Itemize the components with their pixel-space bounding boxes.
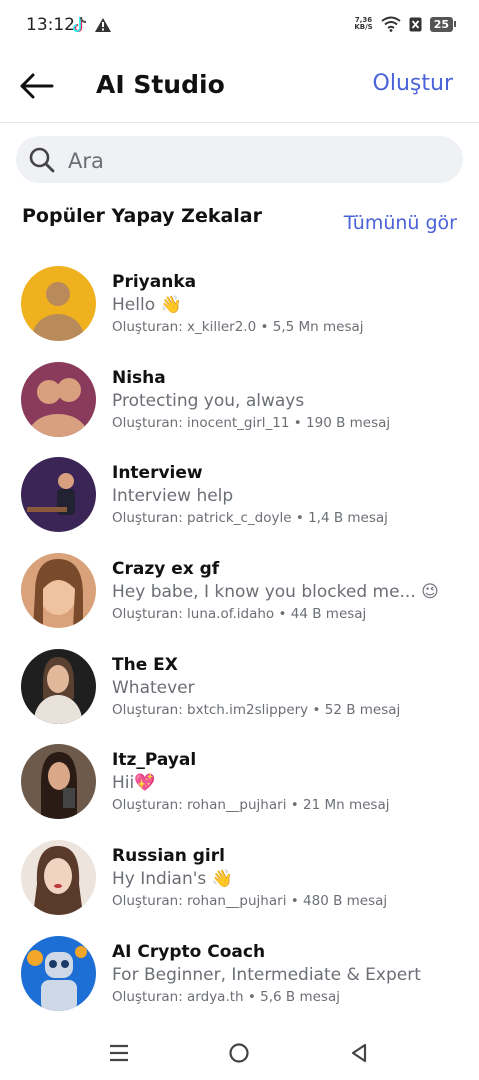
ai-messages: 44 B mesaj	[290, 606, 367, 623]
ai-name: Interview	[112, 463, 203, 484]
avatar	[21, 361, 96, 437]
avatar	[21, 648, 96, 724]
ai-name: Crazy ex gf	[112, 559, 220, 580]
page-title: AI Studio	[96, 70, 225, 99]
avatar	[21, 553, 96, 629]
ai-meta: Oluşturan: rohan__pujhari • 480 B mesaj	[112, 893, 387, 909]
tiktok-icon	[73, 16, 87, 33]
create-button[interactable]: Oluştur	[373, 71, 453, 96]
ai-list-item[interactable]: Russian girl Hy Indian's 👋 Oluşturan: ro…	[0, 832, 479, 928]
network-speed: 7,36 KB/S	[354, 17, 372, 31]
sim-off-icon	[409, 17, 422, 31]
separator: •	[290, 797, 299, 814]
home-icon	[229, 1043, 249, 1063]
ai-meta: Oluşturan: ardya.th • 5,6 B mesaj	[112, 989, 340, 1005]
ai-messages: 190 B mesaj	[306, 414, 391, 431]
ai-name: Nisha	[112, 367, 166, 388]
back-nav-button[interactable]	[348, 1042, 370, 1068]
ai-creator: Oluşturan: rohan__pujhari	[112, 797, 287, 814]
ai-name: Russian girl	[112, 846, 225, 867]
avatar	[21, 457, 96, 533]
ai-list: Priyanka Hello 👋 Oluşturan: x_killer2.0 …	[0, 258, 479, 1024]
menu-icon	[110, 1044, 128, 1062]
ai-messages: 1,4 B mesaj	[308, 510, 388, 527]
separator: •	[312, 701, 321, 718]
ai-tagline: For Beginner, Intermediate & Expert	[112, 964, 421, 985]
ai-tagline: Hello 👋	[112, 295, 182, 315]
ai-meta: Oluşturan: bxtch.im2slippery • 52 B mesa…	[112, 702, 400, 718]
section-title: Popüler Yapay Zekalar	[22, 205, 262, 227]
status-right-icons: 7,36 KB/S 25	[354, 16, 457, 32]
battery-level: 25	[429, 16, 457, 32]
ai-list-item[interactable]: AI Crypto Coach For Beginner, Intermedia…	[0, 928, 479, 1024]
separator: •	[295, 510, 304, 527]
warning-icon	[95, 18, 111, 32]
search-icon	[29, 147, 55, 173]
see-all-link[interactable]: Tümünü gör	[344, 212, 457, 234]
recents-button[interactable]	[108, 1042, 130, 1068]
avatar	[21, 935, 96, 1011]
search-input[interactable]	[66, 136, 450, 185]
system-nav-bar	[0, 1030, 479, 1080]
status-left-icons	[72, 16, 112, 34]
ai-messages: 21 Mn mesaj	[303, 797, 390, 814]
ai-name: Itz_Payal	[112, 750, 197, 771]
ai-meta: Oluşturan: inocent_girl_11 • 190 B mesaj	[112, 415, 390, 431]
ai-tagline: Whatever	[112, 677, 195, 698]
ai-name: AI Crypto Coach	[112, 941, 266, 962]
ai-tagline: Interview help	[112, 486, 234, 507]
ai-meta: Oluşturan: luna.of.idaho • 44 B mesaj	[112, 606, 366, 622]
ai-list-item[interactable]: Priyanka Hello 👋 Oluşturan: x_killer2.0 …	[0, 258, 479, 354]
ai-messages: 5,5 Mn mesaj	[272, 319, 364, 335]
ai-list-item[interactable]: Interview Interview help Oluşturan: patr…	[0, 449, 479, 545]
ai-meta: Oluşturan: x_killer2.0 • 5,5 Mn mesaj	[112, 319, 364, 335]
ai-creator: Oluşturan: luna.of.idaho	[112, 606, 275, 623]
ai-meta: Oluşturan: patrick_c_doyle • 1,4 B mesaj	[112, 510, 388, 526]
separator: •	[260, 319, 269, 335]
avatar	[21, 266, 96, 341]
separator: •	[247, 988, 256, 1005]
ai-tagline: Hey babe, I know you blocked me... 😉	[112, 582, 439, 603]
ai-messages: 480 B mesaj	[303, 893, 388, 910]
home-button[interactable]	[228, 1042, 250, 1068]
avatar	[21, 744, 96, 820]
separator: •	[290, 893, 299, 910]
ai-creator: Oluşturan: x_killer2.0	[112, 319, 257, 335]
back-triangle-icon	[351, 1043, 367, 1063]
search-bar[interactable]	[16, 136, 463, 185]
ai-creator: Oluşturan: inocent_girl_11	[112, 414, 290, 431]
back-arrow-icon	[20, 73, 54, 99]
ai-tagline: Hii💖	[112, 773, 156, 794]
speed-unit: KB/S	[354, 23, 373, 31]
ai-list-item[interactable]: Crazy ex gf Hey babe, I know you blocked…	[0, 545, 479, 641]
ai-creator: Oluşturan: ardya.th	[112, 988, 244, 1005]
avatar	[21, 840, 96, 916]
ai-list-item[interactable]: Nisha Protecting you, always Oluşturan: …	[0, 354, 479, 450]
app-header: AI Studio Oluştur	[0, 52, 479, 123]
status-bar: 13:12 7,36 KB/S 25	[0, 0, 479, 52]
ai-name: The EX	[112, 654, 178, 675]
ai-creator: Oluşturan: bxtch.im2slippery	[112, 701, 309, 718]
ai-creator: Oluşturan: patrick_c_doyle	[112, 510, 292, 527]
ai-tagline: Hy Indian's 👋	[112, 869, 233, 890]
ai-messages: 5,6 B mesaj	[260, 988, 340, 1005]
separator: •	[278, 606, 287, 623]
ai-creator: Oluşturan: rohan__pujhari	[112, 893, 287, 910]
wifi-icon	[381, 16, 401, 32]
ai-list-item[interactable]: Itz_Payal Hii💖 Oluşturan: rohan__pujhari…	[0, 736, 479, 832]
status-time: 13:12	[26, 15, 75, 35]
ai-meta: Oluşturan: rohan__pujhari • 21 Mn mesaj	[112, 797, 390, 813]
separator: •	[293, 414, 302, 431]
ai-messages: 52 B mesaj	[324, 701, 401, 718]
ai-tagline: Protecting you, always	[112, 390, 305, 411]
ai-name: Priyanka	[112, 272, 197, 292]
back-button[interactable]	[18, 70, 58, 102]
ai-list-item[interactable]: The EX Whatever Oluşturan: bxtch.im2slip…	[0, 641, 479, 737]
